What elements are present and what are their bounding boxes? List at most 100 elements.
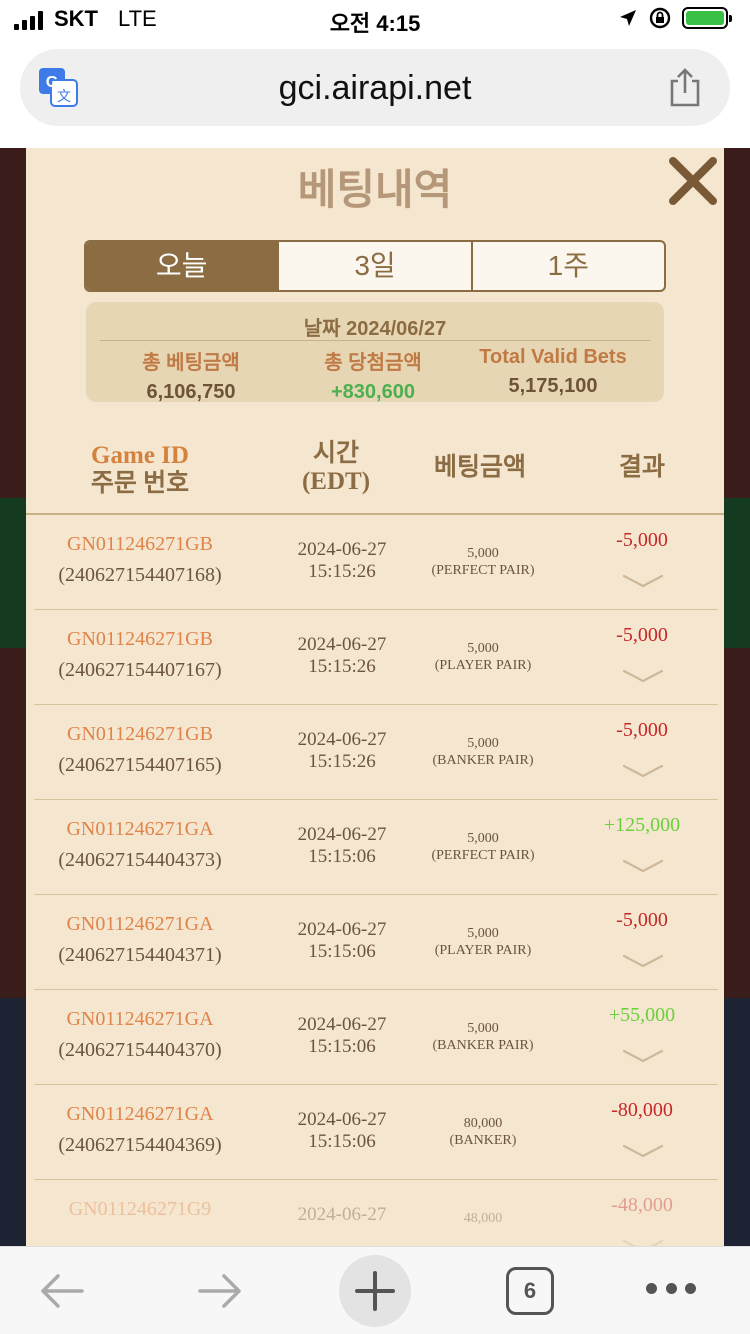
bet-date: 2024-06-27 xyxy=(297,824,387,845)
tab-3days[interactable]: 3일 xyxy=(279,242,473,290)
table-row[interactable]: GN011246271G9 2024-06-27 48,000 -48,000 xyxy=(26,1180,724,1246)
url-text[interactable]: gci.airapi.net xyxy=(20,69,730,108)
bet-amount-cell: 5,000 (PLAYER PAIR) xyxy=(408,925,558,959)
modal-title: 베팅내역 xyxy=(297,166,453,213)
chevron-down-icon[interactable] xyxy=(622,1143,664,1159)
chevron-down-icon[interactable] xyxy=(622,573,664,589)
game-id-cell: GN011246271GB (240627154407167) xyxy=(40,628,240,682)
bet-type: (BANKER PAIR) xyxy=(432,1038,534,1053)
time-cell: 2024-06-27 15:15:06 xyxy=(266,919,418,963)
chevron-down-icon[interactable] xyxy=(622,953,664,969)
bet-time: 15:15:26 xyxy=(308,561,376,582)
game-id-cell: GN011246271GA (240627154404371) xyxy=(40,913,240,967)
bet-amount-cell: 5,000 (PLAYER PAIR) xyxy=(408,640,558,674)
bet-date: 2024-06-27 xyxy=(297,919,387,940)
time-cell: 2024-06-27 15:15:26 xyxy=(266,634,418,678)
summary-panel: 날짜 2024/06/27 총 베팅금액 6,106,750 총 당첨금액 +8… xyxy=(86,302,664,404)
bet-date: 2024-06-27 xyxy=(297,729,387,750)
chevron-down-icon[interactable] xyxy=(622,1048,664,1064)
game-id: GN011246271GB xyxy=(67,628,213,650)
bet-type: (PLAYER PAIR) xyxy=(434,658,532,673)
bet-date: 2024-06-27 xyxy=(297,1204,387,1225)
game-id-cell: GN011246271GA (240627154404373) xyxy=(40,818,240,872)
chevron-down-icon[interactable] xyxy=(622,858,664,874)
valid-bets-label: Total Valid Bets xyxy=(479,346,627,368)
table-row[interactable]: GN011246271GA (240627154404371) 2024-06-… xyxy=(26,895,724,990)
summary-date: 날짜 2024/06/27 xyxy=(86,312,664,341)
tab-1week[interactable]: 1주 xyxy=(473,242,664,290)
battery-icon xyxy=(682,7,732,29)
address-bar[interactable]: G 文 gci.airapi.net xyxy=(20,49,730,126)
game-id-cell: GN011246271GA (240627154404370) xyxy=(40,1008,240,1062)
period-tabs: 오늘 3일 1주 xyxy=(84,240,666,292)
time-cell: 2024-06-27 15:15:06 xyxy=(266,1014,418,1058)
bet-type: (BANKER) xyxy=(449,1133,517,1148)
time-cell: 2024-06-27 15:15:26 xyxy=(266,539,418,583)
bet-amount-cell: 5,000 (PERFECT PAIR) xyxy=(408,830,558,864)
chevron-down-icon[interactable] xyxy=(622,668,664,684)
tab-count-button[interactable]: 6 xyxy=(506,1267,554,1315)
total-win-label: 총 당첨금액 xyxy=(324,352,422,374)
timezone-header: (EDT) xyxy=(301,468,371,495)
close-icon[interactable] xyxy=(666,154,720,208)
game-id: GN011246271GA xyxy=(66,1008,214,1030)
total-bet-summary: 총 베팅금액 6,106,750 xyxy=(96,346,286,404)
status-bar: SKT LTE 오전 4:15 xyxy=(0,0,750,42)
result-value: +125,000 xyxy=(603,814,681,836)
game-id: GN011246271GA xyxy=(66,818,214,840)
valid-bets-value: 5,175,100 xyxy=(508,375,598,397)
back-arrow-icon[interactable] xyxy=(38,1271,86,1311)
bet-amount-cell: 5,000 (BANKER PAIR) xyxy=(408,1020,558,1054)
time-cell: 2024-06-27 15:15:06 xyxy=(266,1109,418,1153)
game-id: GN011246271G9 xyxy=(68,1198,212,1220)
new-tab-button[interactable] xyxy=(339,1255,411,1327)
result-value: -5,000 xyxy=(616,624,668,646)
bet-date: 2024-06-27 xyxy=(297,539,387,560)
bet-history-list: GN011246271GB (240627154407168) 2024-06-… xyxy=(26,515,724,1246)
plus-icon xyxy=(355,1271,395,1311)
table-row[interactable]: GN011246271GB (240627154407168) 2024-06-… xyxy=(26,515,724,610)
game-id-cell: GN011246271G9 xyxy=(40,1198,240,1229)
more-icon[interactable] xyxy=(646,1283,696,1297)
bet-type: (PLAYER PAIR) xyxy=(434,943,532,958)
order-number: (240627154407168) xyxy=(58,564,222,586)
column-bet-amount: 베팅금액 xyxy=(433,454,526,481)
forward-arrow-icon[interactable] xyxy=(196,1271,244,1311)
bet-time: 15:15:06 xyxy=(308,941,376,962)
order-number: (240627154404373) xyxy=(58,849,222,871)
result-value: -48,000 xyxy=(611,1194,673,1216)
time-header: 시간 xyxy=(312,440,359,467)
table-row[interactable]: GN011246271GA (240627154404373) 2024-06-… xyxy=(26,800,724,895)
table-row[interactable]: GN011246271GB (240627154407167) 2024-06-… xyxy=(26,610,724,705)
order-number: (240627154407165) xyxy=(58,754,222,776)
bet-type: (PERFECT PAIR) xyxy=(431,563,535,578)
betting-history-modal: 베팅내역 오늘 3일 1주 날짜 2024/06/27 총 베팅금액 6,106… xyxy=(26,148,724,1246)
chevron-down-icon[interactable] xyxy=(622,763,664,779)
total-bet-label: 총 베팅금액 xyxy=(142,352,240,374)
share-icon[interactable] xyxy=(668,67,702,107)
bet-date: 2024-06-27 xyxy=(297,1014,387,1035)
column-time: 시간 (EDT) xyxy=(266,440,406,496)
table-row[interactable]: GN011246271GA (240627154404370) 2024-06-… xyxy=(26,990,724,1085)
order-number: (240627154404369) xyxy=(58,1134,222,1156)
order-number: (240627154404370) xyxy=(58,1039,222,1061)
tab-today[interactable]: 오늘 xyxy=(86,242,280,290)
chevron-down-icon[interactable] xyxy=(622,1238,664,1246)
time-cell: 2024-06-27 xyxy=(266,1204,418,1226)
order-number: (240627154407167) xyxy=(58,659,222,681)
table-row[interactable]: GN011246271GB (240627154407165) 2024-06-… xyxy=(26,705,724,800)
result-value: -5,000 xyxy=(616,529,668,551)
game-id: GN011246271GA xyxy=(66,1103,214,1125)
total-bet-value: 6,106,750 xyxy=(146,381,236,403)
table-row[interactable]: GN011246271GA (240627154404369) 2024-06-… xyxy=(26,1085,724,1180)
location-icon xyxy=(620,10,636,26)
total-win-value: +830,600 xyxy=(331,381,415,403)
bet-time: 15:15:06 xyxy=(308,1036,376,1057)
column-game-id: Game ID 주문 번호 xyxy=(40,442,240,498)
game-id: GN011246271GA xyxy=(66,913,214,935)
order-no-header: 주문 번호 xyxy=(90,470,190,497)
bet-amount: 5,000 xyxy=(467,641,499,656)
valid-bets-summary: Total Valid Bets 5,175,100 xyxy=(458,346,648,398)
bet-type: (PERFECT PAIR) xyxy=(431,848,535,863)
date-value: 2024/06/27 xyxy=(346,318,447,340)
